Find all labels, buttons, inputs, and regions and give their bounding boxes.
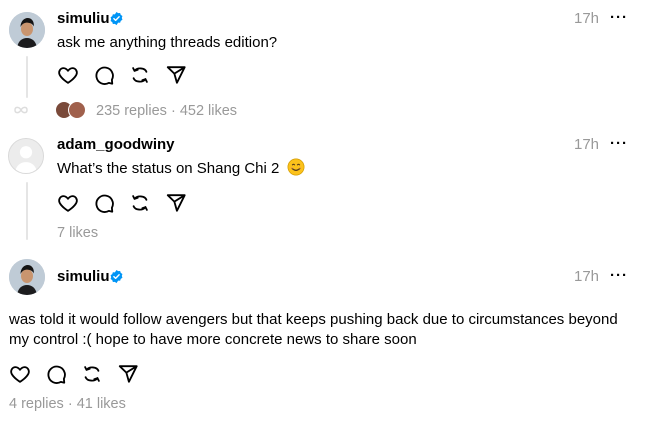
thread-loop-icon <box>14 103 28 115</box>
post-stats[interactable]: 7 likes <box>57 224 98 242</box>
repost-icon[interactable] <box>129 192 151 214</box>
username[interactable]: adam_goodwiny <box>57 136 175 154</box>
avatar-image <box>9 12 45 48</box>
post-text: ask me anything threads edition? <box>57 34 278 51</box>
smile-emoji-icon <box>287 158 304 176</box>
verified-icon <box>109 269 124 284</box>
post-stats[interactable]: 4 replies · 41 likes <box>9 395 126 413</box>
avatar[interactable] <box>9 12 45 48</box>
post-stats[interactable]: 235 replies · 452 likes <box>96 102 237 120</box>
post-text: What’s the status on Shang Chi 2 <box>57 158 305 180</box>
repost-icon[interactable] <box>81 363 103 385</box>
timestamp[interactable]: 17h <box>574 136 599 154</box>
share-icon[interactable] <box>165 192 187 214</box>
verified-icon <box>109 11 124 26</box>
reply-icon[interactable] <box>93 64 115 86</box>
avatar[interactable] <box>9 259 45 295</box>
like-icon[interactable] <box>9 363 31 385</box>
username[interactable]: simuliu <box>57 10 110 28</box>
post-text-content: What’s the status on Shang Chi 2 <box>57 160 280 177</box>
more-icon[interactable]: ··· <box>610 135 628 153</box>
like-icon[interactable] <box>57 192 79 214</box>
timestamp[interactable]: 17h <box>574 268 599 286</box>
post-text-line-1: was told it would follow avengers but th… <box>9 311 618 328</box>
thread-line <box>26 56 28 98</box>
share-icon[interactable] <box>165 64 187 86</box>
reply-icon[interactable] <box>45 363 67 385</box>
action-bar <box>9 363 139 385</box>
share-icon[interactable] <box>117 363 139 385</box>
more-icon[interactable]: ··· <box>610 267 628 285</box>
more-icon[interactable]: ··· <box>610 9 628 27</box>
like-icon[interactable] <box>57 64 79 86</box>
reply-icon[interactable] <box>93 192 115 214</box>
avatar-image <box>9 259 45 295</box>
username[interactable]: simuliu <box>57 268 110 286</box>
avatar[interactable] <box>8 138 44 174</box>
action-bar <box>57 192 187 214</box>
thread-line <box>26 182 28 240</box>
post-text-line-2: my control :( hope to have more concrete… <box>9 331 417 348</box>
action-bar <box>57 64 187 86</box>
timestamp[interactable]: 17h <box>574 10 599 28</box>
repost-icon[interactable] <box>129 64 151 86</box>
mini-avatar <box>68 101 86 119</box>
avatar-placeholder-icon <box>9 139 43 173</box>
reply-avatars[interactable] <box>55 101 89 119</box>
